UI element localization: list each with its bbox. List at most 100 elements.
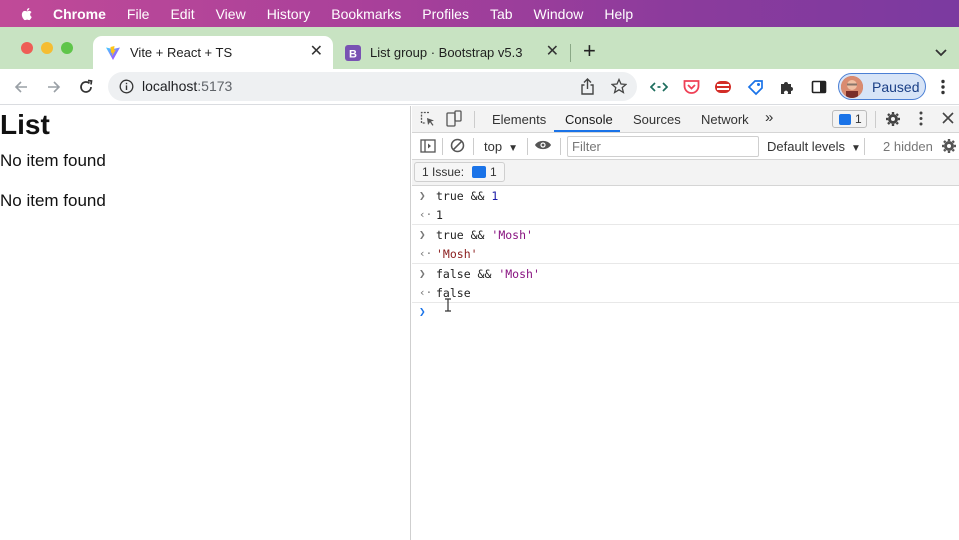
menu-file[interactable]: File <box>127 6 150 22</box>
tab-elements[interactable]: Elements <box>492 112 546 127</box>
empty-message: No item found <box>0 191 106 210</box>
separator <box>527 138 528 155</box>
console-output[interactable]: ❯ true && 1 ‹· 1 ❯ true && 'Mosh' ‹· 'Mo… <box>412 186 959 322</box>
prompt-chevron-icon: ❯ <box>419 305 426 318</box>
menu-bookmarks[interactable]: Bookmarks <box>331 6 401 22</box>
result-arrow-icon: ‹· <box>419 207 433 221</box>
separator <box>864 138 865 155</box>
devtools-tab-bar: Elements Console Sources Network » 1 <box>412 106 959 133</box>
console-input-row: ❯ true && 1 <box>412 187 959 206</box>
new-tab-icon[interactable]: + <box>583 40 596 62</box>
close-tab-icon[interactable]: ✕ <box>546 44 559 60</box>
close-devtools-icon[interactable] <box>942 112 954 127</box>
menu-view[interactable]: View <box>216 6 246 22</box>
console-settings-gear-icon[interactable] <box>941 138 957 157</box>
message-icon <box>839 113 851 125</box>
share-icon[interactable] <box>580 78 595 100</box>
close-tab-icon[interactable]: ✕ <box>310 44 323 60</box>
menu-edit[interactable]: Edit <box>170 6 194 22</box>
separator <box>442 138 443 155</box>
side-panel-icon[interactable] <box>810 78 828 96</box>
issues-bar: 1 Issue: 1 <box>412 160 959 186</box>
menu-profiles[interactable]: Profiles <box>422 6 469 22</box>
separator <box>474 111 475 128</box>
chrome-menu-icon[interactable] <box>934 78 952 96</box>
console-result-row: ‹· 1 <box>412 206 959 225</box>
input-operator: && <box>463 228 492 242</box>
lastpass-icon[interactable] <box>714 78 732 96</box>
vite-icon <box>105 45 121 61</box>
input-chevron-icon: ❯ <box>419 267 426 280</box>
site-info-icon[interactable] <box>119 79 134 99</box>
bookmark-star-icon[interactable] <box>610 77 628 99</box>
log-levels-dropdown[interactable]: Default levels ▼ <box>767 139 861 154</box>
window-minimize-button[interactable] <box>41 42 53 54</box>
console-result-row: ‹· 'Mosh' <box>412 245 959 264</box>
forward-arrow-icon[interactable] <box>45 78 63 96</box>
address-bar[interactable]: localhost:5173 <box>108 72 637 101</box>
log-levels-label: Default levels <box>767 139 846 154</box>
browser-toolbar: localhost:5173 Paused <box>0 69 959 105</box>
console-input[interactable]: true && 'Mosh' <box>436 228 533 242</box>
input-operand: true <box>436 189 464 203</box>
menu-tab[interactable]: Tab <box>490 6 513 22</box>
issues-count: 1 <box>490 165 497 179</box>
console-input[interactable]: false && 'Mosh' <box>436 267 540 281</box>
tab-separator <box>570 44 571 62</box>
tab-search-chevron-icon[interactable] <box>935 44 947 62</box>
inspect-element-icon[interactable] <box>420 111 436 130</box>
reload-icon[interactable] <box>77 78 95 96</box>
issues-count: 1 <box>855 112 862 126</box>
devtools-menu-icon[interactable] <box>919 111 923 129</box>
tab-console[interactable]: Console <box>565 112 613 127</box>
issues-button[interactable]: 1 Issue: 1 <box>414 162 505 182</box>
window-close-button[interactable] <box>21 42 33 54</box>
tab-sources[interactable]: Sources <box>633 112 681 127</box>
clear-console-icon[interactable] <box>450 138 465 156</box>
tag-extension-icon[interactable] <box>746 78 764 96</box>
bootstrap-icon: B <box>345 44 361 61</box>
console-result: 'Mosh' <box>436 246 478 261</box>
profile-paused-button[interactable]: Paused <box>838 73 926 100</box>
context-value: top <box>484 139 503 154</box>
pocket-icon[interactable] <box>682 78 700 96</box>
result-arrow-icon: ‹· <box>419 285 433 299</box>
separator <box>560 138 561 155</box>
dropdown-arrow-icon: ▼ <box>508 143 518 154</box>
tab-vite-react[interactable]: Vite + React + TS ✕ <box>93 36 333 69</box>
url-host: localhost <box>142 78 198 94</box>
dropdown-arrow-icon: ▼ <box>851 143 861 154</box>
url-text[interactable]: localhost:5173 <box>142 78 232 94</box>
tab-strip: Vite + React + TS ✕ B List group · Boots… <box>0 27 959 69</box>
tab-bootstrap-list-group[interactable]: B List group · Bootstrap v5.3 ✕ <box>333 36 569 69</box>
hidden-count: 2 hidden <box>883 139 933 154</box>
issues-counter-button[interactable]: 1 <box>832 110 867 128</box>
input-operator: && <box>470 267 499 281</box>
more-tabs-icon[interactable]: » <box>765 109 773 126</box>
code-extension-icon[interactable] <box>650 78 668 96</box>
active-tab-indicator <box>554 130 620 132</box>
console-filter-input[interactable]: Filter <box>567 136 759 157</box>
console-toolbar: top ▼ Filter Default levels ▼ 2 hidden <box>412 133 959 160</box>
context-selector[interactable]: top ▼ <box>484 139 518 154</box>
tab-network[interactable]: Network <box>701 112 749 127</box>
mac-menu-bar: Chrome File Edit View History Bookmarks … <box>0 0 959 27</box>
menu-history[interactable]: History <box>267 6 311 22</box>
console-input[interactable]: true && 1 <box>436 189 498 203</box>
apple-icon[interactable] <box>19 6 35 22</box>
console-prompt-row[interactable]: ❯ <box>412 303 959 322</box>
input-chevron-icon: ❯ <box>419 189 426 202</box>
separator <box>875 111 876 128</box>
back-arrow-icon[interactable] <box>12 78 30 96</box>
device-toolbar-icon[interactable] <box>446 110 462 131</box>
input-operand: 1 <box>491 189 499 203</box>
live-expression-eye-icon[interactable] <box>534 138 552 155</box>
menu-window[interactable]: Window <box>534 6 584 22</box>
extensions-puzzle-icon[interactable] <box>778 78 796 96</box>
menu-help[interactable]: Help <box>604 6 633 22</box>
sidebar-toggle-icon[interactable] <box>420 138 436 157</box>
tab-title: Vite + React + TS <box>130 45 233 60</box>
menu-app-chrome[interactable]: Chrome <box>53 6 106 22</box>
window-zoom-button[interactable] <box>61 42 73 54</box>
settings-gear-icon[interactable] <box>885 111 901 130</box>
